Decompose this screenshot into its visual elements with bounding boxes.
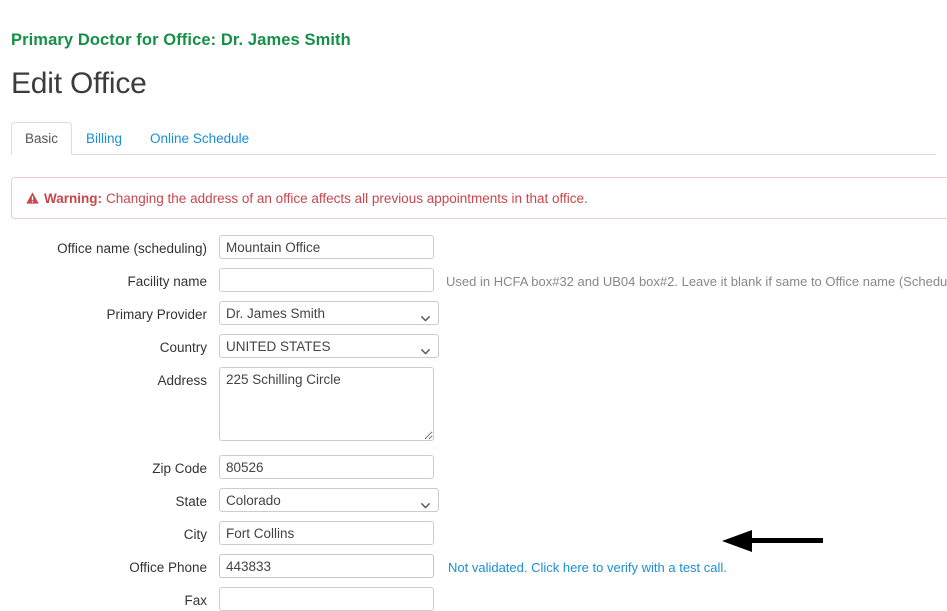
tab-bar: Basic Billing Online Schedule xyxy=(11,121,936,156)
form-row-address: Address 225 Schilling Circle xyxy=(11,367,936,446)
tab-basic[interactable]: Basic xyxy=(11,121,73,155)
facility-name-field-wrap xyxy=(219,268,434,292)
form-row-fax: Fax xyxy=(11,587,936,611)
city-field-wrap xyxy=(219,521,434,545)
office-name-input[interactable] xyxy=(219,235,434,259)
form-row-state: State Colorado xyxy=(11,488,936,512)
country-field-wrap: UNITED STATES xyxy=(219,334,439,358)
primary-provider-field-wrap: Dr. James Smith xyxy=(219,301,439,325)
form-row-primary-provider: Primary Provider Dr. James Smith xyxy=(11,301,936,325)
zip-code-input[interactable] xyxy=(219,455,434,479)
verify-phone-link[interactable]: Not validated. Click here to verify with… xyxy=(434,554,727,575)
state-label: State xyxy=(175,494,207,509)
tab-online-schedule[interactable]: Online Schedule xyxy=(136,122,263,156)
office-name-field-wrap xyxy=(219,235,434,259)
form-row-office-name: Office name (scheduling) xyxy=(11,235,936,259)
form-row-zip-code: Zip Code xyxy=(11,455,936,479)
office-phone-label: Office Phone xyxy=(129,560,207,575)
tab-billing[interactable]: Billing xyxy=(72,122,136,156)
primary-provider-select[interactable]: Dr. James Smith xyxy=(219,301,439,325)
primary-doctor-heading: Primary Doctor for Office: Dr. James Smi… xyxy=(11,31,351,49)
city-label: City xyxy=(183,527,207,542)
facility-name-label: Facility name xyxy=(127,274,207,289)
address-field-wrap: 225 Schilling Circle xyxy=(219,367,434,446)
warning-label: Warning: xyxy=(44,190,102,206)
form-row-country: Country UNITED STATES xyxy=(11,334,936,358)
state-field-wrap: Colorado xyxy=(219,488,439,512)
address-label: Address xyxy=(157,373,207,388)
fax-input[interactable] xyxy=(219,587,434,611)
edit-office-page: Primary Doctor for Office: Dr. James Smi… xyxy=(0,0,947,611)
primary-provider-label: Primary Provider xyxy=(106,307,207,322)
form-row-city: City xyxy=(11,521,936,545)
office-phone-field-wrap xyxy=(219,554,434,578)
state-select[interactable]: Colorado xyxy=(219,488,439,512)
office-name-label: Office name (scheduling) xyxy=(57,241,207,256)
warning-triangle-icon xyxy=(26,192,39,204)
zip-code-field-wrap xyxy=(219,455,434,479)
office-phone-input[interactable] xyxy=(219,554,434,578)
facility-name-helper-text: Used in HCFA box#32 and UB04 box#2. Leav… xyxy=(446,274,947,289)
address-textarea[interactable]: 225 Schilling Circle xyxy=(219,367,434,441)
city-input[interactable] xyxy=(219,521,434,545)
page-title: Edit Office xyxy=(11,67,147,100)
warning-banner: Warning: Changing the address of an offi… xyxy=(11,177,947,219)
office-form: Office name (scheduling) Facility name U… xyxy=(11,235,947,611)
country-label: Country xyxy=(159,340,207,355)
country-select[interactable]: UNITED STATES xyxy=(219,334,439,358)
warning-message: Changing the address of an office affect… xyxy=(106,190,588,206)
form-row-office-phone: Office Phone Not validated. Click here t… xyxy=(11,554,936,578)
form-row-facility-name: Facility name Used in HCFA box#32 and UB… xyxy=(11,268,947,292)
fax-field-wrap xyxy=(219,587,434,611)
facility-name-input[interactable] xyxy=(219,268,434,292)
fax-label: Fax xyxy=(184,593,207,608)
zip-code-label: Zip Code xyxy=(152,461,207,476)
